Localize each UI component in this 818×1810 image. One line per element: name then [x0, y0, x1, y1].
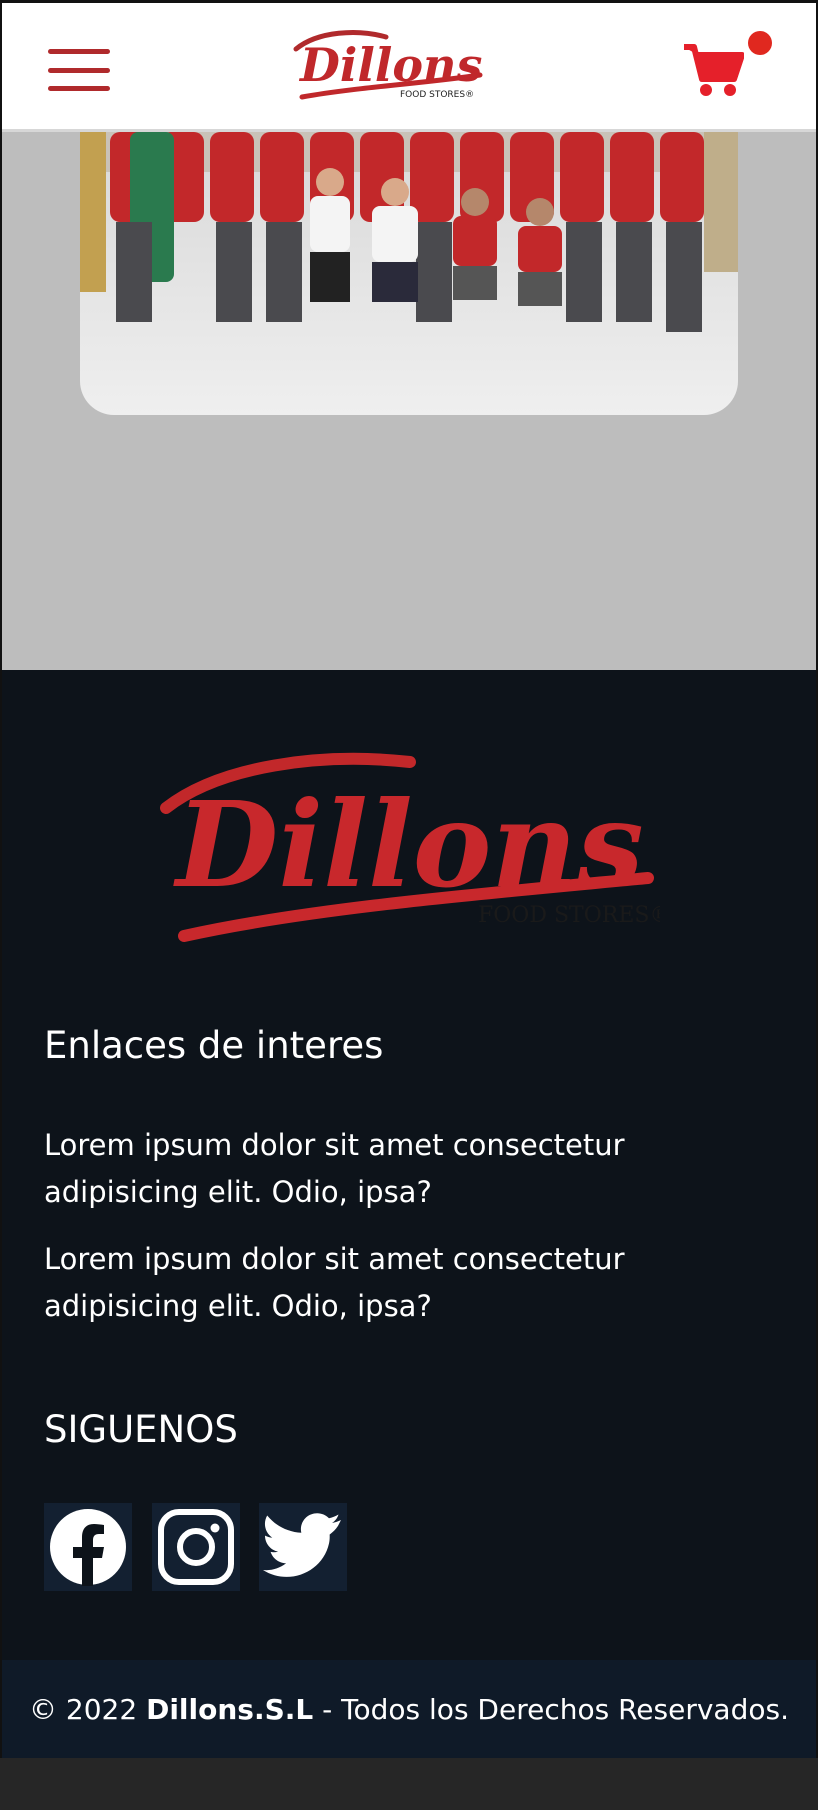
facebook-icon[interactable] [44, 1503, 132, 1591]
twitter-icon[interactable] [259, 1503, 347, 1591]
copyright-bar: © 2022 Dillons.S.L - Todos los Derechos … [2, 1660, 816, 1758]
shopping-cart-icon[interactable] [682, 41, 744, 97]
links-section-title: Enlaces de interes [44, 1024, 384, 1067]
dillons-logo[interactable]: Dillons FOOD STORES® [288, 21, 488, 107]
dillons-footer-logo[interactable]: Dillons FOOD STORES® [160, 748, 660, 948]
site-footer: Dillons FOOD STORES® Enlaces de interes … [2, 670, 816, 1660]
instagram-icon[interactable] [152, 1503, 240, 1591]
svg-text:FOOD STORES®: FOOD STORES® [478, 903, 660, 928]
footer-link-1[interactable]: Lorem ipsum dolor sit amet consectetur a… [44, 1122, 744, 1216]
copyright-year: © 2022 [29, 1692, 138, 1726]
svg-text:Dillons: Dillons [173, 775, 644, 914]
footer-link-2[interactable]: Lorem ipsum dolor sit amet consectetur a… [44, 1236, 744, 1330]
svg-text:FOOD STORES®: FOOD STORES® [400, 90, 474, 100]
follow-section-title: SIGUENOS [44, 1408, 238, 1451]
copyright-text: - Todos los Derechos Reservados. [322, 1692, 789, 1726]
top-navbar: Dillons FOOD STORES® [2, 0, 816, 132]
copyright-company: Dillons.S.L [146, 1692, 314, 1726]
browser-bottom-strip [0, 1758, 818, 1810]
hero-section [2, 132, 816, 670]
page-frame: Dillons FOOD STORES® Dillons FOOD STORES… [0, 0, 818, 1758]
cart-notification-badge [748, 31, 772, 55]
hamburger-menu-icon[interactable] [48, 49, 110, 91]
store-team-photo [80, 132, 738, 415]
